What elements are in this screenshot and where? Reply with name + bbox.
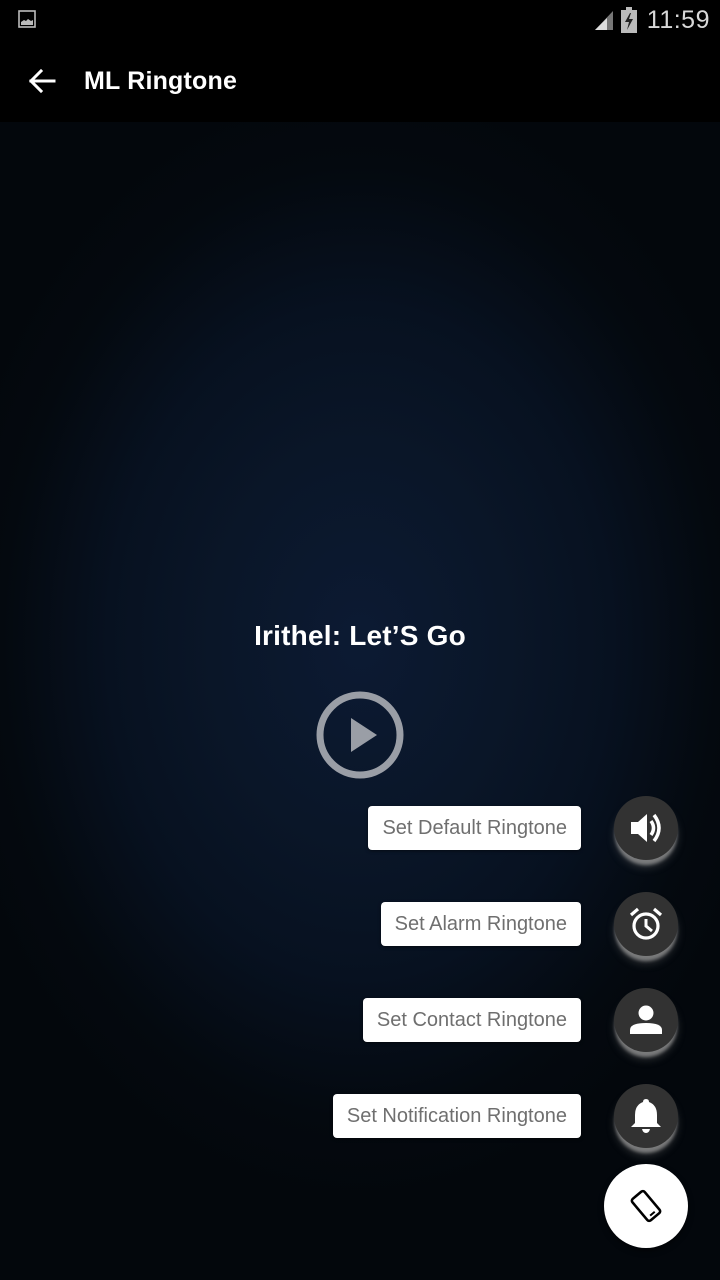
set-default-ringtone-label[interactable]: Set Default Ringtone: [368, 806, 581, 850]
song-title: Irithel: Let’S Go: [254, 620, 466, 651]
set-alarm-ringtone-label[interactable]: Set Alarm Ringtone: [380, 902, 581, 946]
bell-icon: [631, 1099, 661, 1133]
set-notification-ringtone-label[interactable]: Set Notification Ringtone: [332, 1094, 581, 1138]
set-notification-ringtone-button[interactable]: [614, 1084, 678, 1148]
player-screen: Irithel: Let’S Go Set Default Ringtone S…: [0, 122, 720, 1280]
signal-icon: [594, 11, 613, 30]
status-icons: 11:59: [593, 0, 710, 40]
back-button[interactable]: [22, 61, 62, 101]
play-button[interactable]: [313, 688, 407, 782]
battery-charging-icon: [620, 7, 637, 33]
arrow-back-icon: [28, 68, 56, 94]
action-notification-ringtone: Set Notification Ringtone: [0, 1084, 720, 1148]
volume-icon: [631, 813, 661, 843]
set-default-ringtone-button[interactable]: [614, 796, 678, 860]
action-default-ringtone: Set Default Ringtone: [0, 796, 720, 860]
phone-rotate-icon: [630, 1189, 662, 1223]
play-circle-icon: [316, 691, 404, 779]
set-contact-ringtone-label[interactable]: Set Contact Ringtone: [362, 998, 581, 1042]
status-bar: 11:59: [0, 0, 720, 40]
set-alarm-ringtone-button[interactable]: [614, 892, 678, 956]
page-title: ML Ringtone: [84, 67, 238, 95]
gallery-notification-icon: [18, 10, 36, 28]
app-toolbar: ML Ringtone: [0, 40, 720, 122]
action-contact-ringtone: Set Contact Ringtone: [0, 988, 720, 1052]
alarm-clock-icon: [629, 907, 663, 940]
person-icon: [630, 1005, 662, 1034]
set-contact-ringtone-button[interactable]: [614, 988, 678, 1052]
action-alarm-ringtone: Set Alarm Ringtone: [0, 892, 720, 956]
toggle-actions-fab[interactable]: [604, 1164, 688, 1248]
clock: 11:59: [646, 5, 710, 34]
